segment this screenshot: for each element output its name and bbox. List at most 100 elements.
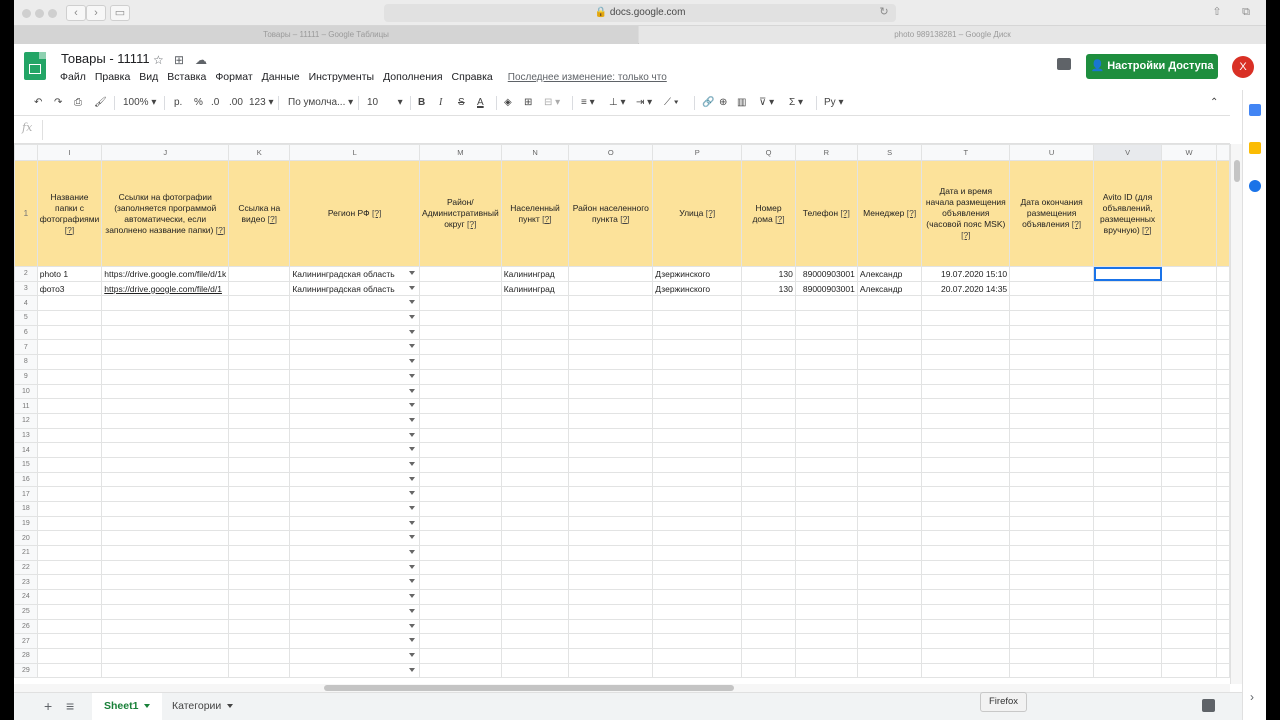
column-header-n[interactable]: N bbox=[500, 144, 570, 161]
forward-button[interactable]: › bbox=[86, 5, 106, 21]
row-header[interactable]: 3 bbox=[14, 280, 38, 297]
dropdown-arrow-icon[interactable] bbox=[408, 520, 415, 525]
cell[interactable] bbox=[1009, 295, 1095, 312]
cell[interactable] bbox=[652, 398, 743, 414]
cell[interactable] bbox=[794, 456, 858, 473]
cell[interactable] bbox=[418, 398, 502, 414]
cell[interactable] bbox=[1009, 310, 1095, 326]
cell[interactable]: фото3 bbox=[36, 280, 103, 297]
help-marker[interactable]: [?] bbox=[961, 230, 970, 240]
cell[interactable] bbox=[228, 515, 291, 532]
cell[interactable] bbox=[921, 486, 1011, 502]
dropdown-arrow-icon[interactable] bbox=[408, 432, 415, 437]
cell[interactable]: Калининградская область bbox=[289, 266, 420, 282]
cell[interactable] bbox=[36, 501, 103, 517]
browser-tab-drive[interactable]: photo 989138281 – Google Диск bbox=[639, 26, 1266, 44]
cell[interactable] bbox=[856, 442, 923, 458]
cell[interactable] bbox=[568, 280, 654, 297]
filter-icon[interactable]: ⊽ ▾ bbox=[759, 95, 774, 111]
row-header[interactable]: 18 bbox=[14, 501, 38, 517]
cell[interactable] bbox=[1009, 574, 1095, 591]
cell[interactable] bbox=[101, 398, 230, 414]
cell[interactable]: 19.07.2020 15:10 bbox=[921, 266, 1011, 282]
cell[interactable] bbox=[568, 383, 654, 400]
cell[interactable] bbox=[794, 515, 858, 532]
cell[interactable] bbox=[289, 412, 420, 429]
cell[interactable] bbox=[1161, 471, 1217, 488]
header-cell[interactable]: Дата и время начала размещения объявлени… bbox=[921, 160, 1011, 267]
redo-icon[interactable]: ↷ bbox=[54, 95, 62, 111]
cell[interactable] bbox=[568, 368, 654, 385]
cell[interactable] bbox=[1009, 618, 1095, 635]
menu-data[interactable]: Данные bbox=[262, 71, 300, 87]
cell[interactable] bbox=[101, 339, 230, 356]
cell[interactable] bbox=[418, 530, 502, 547]
merge-cells-icon[interactable]: ⊟ ▾ bbox=[544, 95, 560, 111]
header-cell[interactable]: Улица [?] bbox=[652, 160, 743, 267]
back-button[interactable]: ‹ bbox=[66, 5, 86, 21]
cell[interactable]: 130 bbox=[741, 280, 796, 297]
cell[interactable] bbox=[228, 456, 291, 473]
cell[interactable] bbox=[1093, 515, 1163, 532]
cell[interactable] bbox=[1161, 427, 1217, 444]
cell[interactable] bbox=[1009, 530, 1095, 547]
select-all-corner[interactable] bbox=[14, 144, 38, 161]
cell[interactable] bbox=[36, 427, 103, 444]
all-sheets-button[interactable]: ≡ bbox=[66, 698, 74, 714]
cell[interactable] bbox=[500, 456, 570, 473]
cell[interactable] bbox=[741, 398, 796, 414]
cell[interactable] bbox=[568, 354, 654, 370]
cell[interactable] bbox=[1093, 354, 1163, 370]
cell[interactable] bbox=[101, 368, 230, 385]
cell[interactable] bbox=[228, 471, 291, 488]
cell[interactable] bbox=[500, 339, 570, 356]
cell[interactable] bbox=[101, 530, 230, 547]
cell[interactable] bbox=[500, 310, 570, 326]
help-marker[interactable]: [?] bbox=[467, 219, 476, 229]
cell[interactable] bbox=[228, 310, 291, 326]
collapse-menus-icon[interactable]: ⌃ bbox=[1210, 95, 1218, 111]
row-header[interactable]: 24 bbox=[14, 589, 38, 605]
cell[interactable] bbox=[1009, 501, 1095, 517]
header-cell[interactable]: Номер дома [?] bbox=[741, 160, 796, 267]
cell[interactable] bbox=[856, 456, 923, 473]
print-icon[interactable]: ⎙ bbox=[74, 95, 82, 111]
cell[interactable] bbox=[418, 471, 502, 488]
functions-icon[interactable]: Σ ▾ bbox=[789, 95, 803, 111]
cell[interactable] bbox=[741, 530, 796, 547]
cell[interactable] bbox=[741, 662, 796, 679]
cell[interactable] bbox=[568, 530, 654, 547]
cell[interactable] bbox=[921, 354, 1011, 370]
cell[interactable] bbox=[856, 398, 923, 414]
row-header[interactable]: 25 bbox=[14, 603, 38, 620]
cell[interactable] bbox=[1093, 486, 1163, 502]
cell[interactable]: Калининград bbox=[500, 266, 570, 282]
cell[interactable] bbox=[568, 398, 654, 414]
cell[interactable] bbox=[289, 501, 420, 517]
cell[interactable] bbox=[1093, 427, 1163, 444]
cell[interactable] bbox=[418, 559, 502, 576]
cell[interactable] bbox=[1009, 545, 1095, 561]
cell[interactable] bbox=[500, 618, 570, 635]
cell[interactable] bbox=[568, 647, 654, 664]
cell[interactable] bbox=[921, 398, 1011, 414]
cell[interactable] bbox=[36, 310, 103, 326]
cell[interactable] bbox=[289, 310, 420, 326]
cell[interactable] bbox=[1009, 324, 1095, 341]
cell[interactable] bbox=[921, 618, 1011, 635]
cell[interactable] bbox=[568, 559, 654, 576]
cell[interactable] bbox=[856, 515, 923, 532]
cell[interactable] bbox=[1093, 471, 1163, 488]
cell[interactable] bbox=[921, 574, 1011, 591]
cell[interactable] bbox=[500, 427, 570, 444]
cell[interactable] bbox=[101, 383, 230, 400]
font-select[interactable]: По умолча... ▾ bbox=[288, 95, 353, 111]
cell[interactable] bbox=[228, 295, 291, 312]
cell[interactable] bbox=[652, 456, 743, 473]
help-marker[interactable]: [?] bbox=[1142, 225, 1151, 235]
share-button[interactable]: 👤 Настройки Доступа bbox=[1086, 54, 1218, 79]
cell[interactable] bbox=[794, 354, 858, 370]
italic-button[interactable]: I bbox=[439, 95, 442, 111]
move-folder-icon[interactable]: ⊞ bbox=[174, 53, 184, 67]
dropdown-arrow-icon[interactable] bbox=[408, 285, 415, 290]
